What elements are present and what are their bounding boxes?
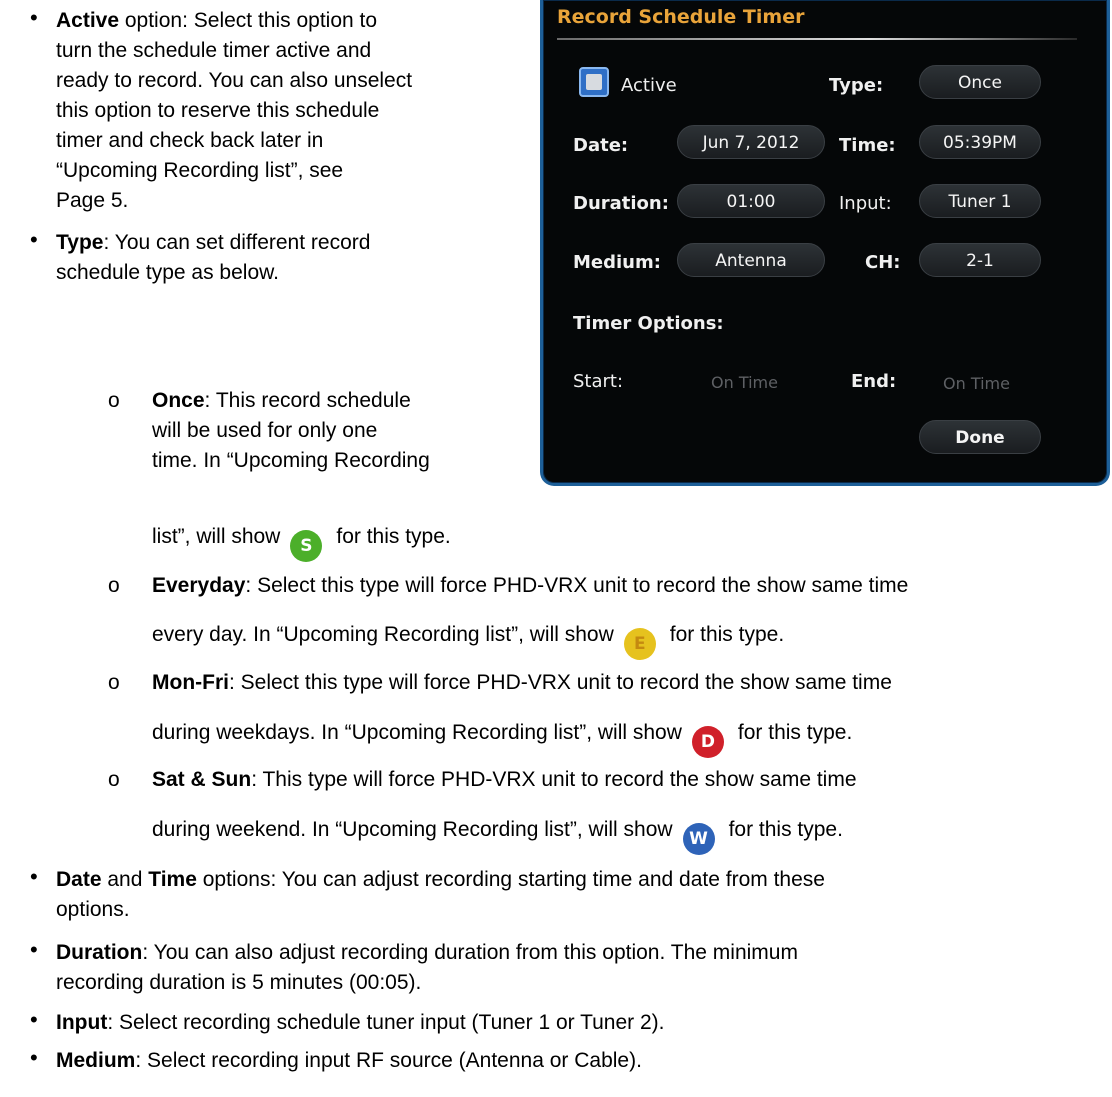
type-desc-1: : You can set different record <box>103 231 371 254</box>
schedule-everyday-icon: E <box>623 628 656 660</box>
everyday-line-2: every day. In “Upcoming Recording list”,… <box>152 620 784 660</box>
medium-term: Medium <box>56 1049 136 1072</box>
done-button[interactable]: Done <box>919 420 1041 454</box>
type-desc-2: schedule type as below. <box>56 261 279 284</box>
bullet-dot: • <box>30 1007 38 1032</box>
everyday-desc-1: : Select this type will force PHD-VRX un… <box>245 574 909 597</box>
datetime-paragraph: Date and Time options: You can adjust re… <box>56 865 825 925</box>
everyday-paragraph: Everyday: Select this type will force PH… <box>152 571 908 601</box>
input-desc: : Select recording schedule tuner input … <box>107 1011 665 1034</box>
bullet-dot: • <box>30 227 38 252</box>
time-term: Time <box>148 868 197 891</box>
duration-selector[interactable]: 01:00 <box>677 184 825 218</box>
everyday-desc-2a: every day. In “Upcoming Recording list”,… <box>152 623 614 646</box>
channel-selector[interactable]: 2-1 <box>919 243 1041 277</box>
type-term: Type <box>56 231 104 254</box>
monfri-desc-2a: during weekdays. In “Upcoming Recording … <box>152 721 682 744</box>
bullet-dot: • <box>30 1045 38 1070</box>
input-selector[interactable]: Tuner 1 <box>919 184 1041 218</box>
active-desc-3: ready to record. You can also unselect <box>56 69 413 92</box>
satsun-line-2: during weekend. In “Upcoming Recording l… <box>152 815 843 855</box>
channel-label: CH: <box>865 252 901 273</box>
input-term: Input <box>56 1011 108 1034</box>
everyday-term: Everyday <box>152 574 246 597</box>
medium-paragraph: Medium: Select recording input RF source… <box>56 1046 642 1076</box>
once-desc-4b: for this type. <box>336 525 451 548</box>
sub-bullet-marker: o <box>108 768 120 791</box>
input-label: Input: <box>839 193 892 214</box>
satsun-term: Sat & Sun <box>152 768 252 791</box>
active-desc-2: turn the schedule timer active and <box>56 39 372 62</box>
record-schedule-timer-dialog: Record Schedule Timer Active Type: Once … <box>540 0 1110 486</box>
active-label: Active <box>621 75 677 96</box>
bullet-dot: • <box>30 864 38 889</box>
datetime-desc-2: options. <box>56 898 130 921</box>
active-desc-6: “Upcoming Recording list”, see <box>56 159 344 182</box>
schedule-weekend-icon: W <box>682 823 715 855</box>
active-desc-7: Page 5. <box>56 189 129 212</box>
once-desc-1: : This record schedule <box>204 389 411 412</box>
satsun-desc-2b: for this type. <box>728 818 843 841</box>
satsun-paragraph: Sat & Sun: This type will force PHD-VRX … <box>152 765 857 795</box>
active-checkbox[interactable] <box>579 67 609 97</box>
end-value[interactable]: On Time <box>943 369 1010 399</box>
once-desc-3: time. In “Upcoming Recording <box>152 449 430 472</box>
monfri-desc-1: : Select this type will force PHD-VRX un… <box>228 671 892 694</box>
once-line-4: list”, will show Sfor this type. <box>152 522 451 562</box>
bullet-dot: • <box>30 937 38 962</box>
duration-label: Duration: <box>573 193 669 214</box>
duration-desc-2: recording duration is 5 minutes (00:05). <box>56 971 422 994</box>
sub-bullet-marker: o <box>108 389 120 412</box>
type-selector[interactable]: Once <box>919 65 1041 99</box>
time-label: Time: <box>839 135 896 156</box>
monfri-line-2: during weekdays. In “Upcoming Recording … <box>152 718 852 758</box>
duration-term: Duration <box>56 941 143 964</box>
active-term: Active <box>56 9 120 32</box>
monfri-desc-2b: for this type. <box>737 721 853 744</box>
datetime-desc-1: options: You can adjust recording starti… <box>196 868 825 891</box>
sub-bullet-marker: o <box>108 671 120 694</box>
dialog-title: Record Schedule Timer <box>557 6 805 28</box>
sub-bullet-marker: o <box>108 574 120 597</box>
once-desc-4a: list”, will show <box>152 525 281 548</box>
duration-paragraph: Duration: You can also adjust recording … <box>56 938 798 998</box>
date-term: Date <box>56 868 102 891</box>
schedule-weekdays-icon: D <box>691 726 724 758</box>
timer-options-label: Timer Options: <box>573 313 724 334</box>
active-paragraph: Active option: Select this option to tur… <box>56 6 412 216</box>
date-and: and <box>101 868 149 891</box>
active-desc-1: option: Select this option to <box>119 9 378 32</box>
monfri-term: Mon-Fri <box>152 671 229 694</box>
active-desc-4: this option to reserve this schedule <box>56 99 380 122</box>
once-paragraph: Once: This record schedule will be used … <box>152 386 430 476</box>
medium-selector[interactable]: Antenna <box>677 243 825 277</box>
once-desc-2: will be used for only one <box>152 419 378 442</box>
bullet-dot: • <box>30 5 38 30</box>
monfri-paragraph: Mon-Fri: Select this type will force PHD… <box>152 668 892 698</box>
date-label: Date: <box>573 135 629 156</box>
date-selector[interactable]: Jun 7, 2012 <box>677 125 825 159</box>
satsun-desc-1: : This type will force PHD-VRX unit to r… <box>251 768 857 791</box>
duration-desc-1: : You can also adjust recording duration… <box>142 941 798 964</box>
everyday-desc-2b: for this type. <box>669 623 785 646</box>
schedule-once-icon: S <box>290 530 323 562</box>
time-selector[interactable]: 05:39PM <box>919 125 1041 159</box>
title-divider <box>557 38 1077 40</box>
medium-desc: : Select recording input RF source (Ante… <box>135 1049 642 1072</box>
satsun-desc-2a: during weekend. In “Upcoming Recording l… <box>152 818 673 841</box>
type-label: Type: <box>829 75 884 96</box>
end-label: End: <box>851 371 897 392</box>
input-paragraph: Input: Select recording schedule tuner i… <box>56 1008 665 1038</box>
type-paragraph: Type: You can set different record sched… <box>56 228 370 288</box>
start-label: Start: <box>573 371 624 392</box>
start-value[interactable]: On Time <box>711 368 778 398</box>
active-desc-5: timer and check back later in <box>56 129 324 152</box>
once-term: Once <box>152 389 205 412</box>
medium-label: Medium: <box>573 252 661 273</box>
